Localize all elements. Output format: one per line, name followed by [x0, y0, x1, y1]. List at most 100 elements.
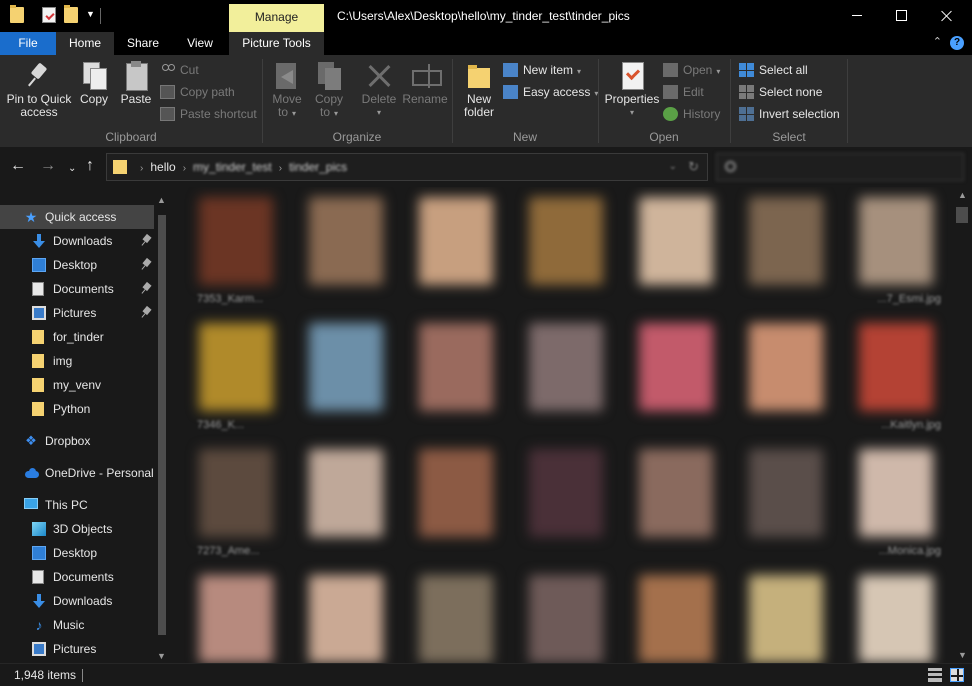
- sidebar-item-img[interactable]: img: [0, 349, 154, 373]
- scrollbar-thumb[interactable]: [158, 215, 166, 635]
- breadcrumb-item[interactable]: my_tinder_test: [193, 160, 272, 174]
- forward-arrow-icon[interactable]: →: [40, 157, 56, 175]
- manage-tab[interactable]: Manage: [229, 4, 324, 32]
- sidebar-item-this-pc[interactable]: This PC: [0, 493, 154, 517]
- image-thumbnail[interactable]: [301, 191, 391, 291]
- copy-button[interactable]: Copy: [76, 60, 112, 106]
- image-thumbnail[interactable]: 7346_K...: [191, 317, 281, 431]
- rename-button[interactable]: Rename: [401, 60, 449, 106]
- content-scrollbar[interactable]: ▲ ▼: [953, 187, 972, 663]
- pin-to-quick-access-button[interactable]: Pin to Quick access: [4, 60, 74, 119]
- back-arrow-icon[interactable]: ←: [10, 157, 26, 175]
- breadcrumb-item[interactable]: hello: [150, 160, 175, 174]
- sidebar-item-python[interactable]: Python: [0, 397, 154, 421]
- refresh-icon[interactable]: ↻: [688, 159, 699, 175]
- sidebar-item-pictures[interactable]: Pictures: [0, 301, 154, 325]
- image-thumbnail[interactable]: [741, 191, 831, 291]
- open-button[interactable]: Open ▾: [663, 60, 720, 80]
- maximize-button[interactable]: [878, 0, 924, 32]
- paste-button[interactable]: Paste: [118, 60, 154, 106]
- image-thumbnail[interactable]: [631, 191, 721, 291]
- image-thumbnail[interactable]: 7353_Karm...: [191, 191, 281, 305]
- sidebar-item-dropbox[interactable]: ❖ Dropbox: [0, 429, 154, 453]
- sidebar-scrollbar[interactable]: ▲ ▼: [154, 193, 170, 663]
- recent-locations-icon[interactable]: ⌄: [68, 160, 76, 178]
- image-thumbnail[interactable]: [631, 569, 721, 663]
- image-thumbnail[interactable]: [851, 569, 941, 663]
- sidebar-item-desktop[interactable]: Desktop: [0, 253, 154, 277]
- image-thumbnail[interactable]: [521, 443, 611, 543]
- sidebar-item-documents[interactable]: Documents: [0, 277, 154, 301]
- minimize-button[interactable]: [834, 0, 880, 32]
- sidebar-item-onedrive-personal[interactable]: OneDrive - Personal: [0, 461, 154, 485]
- image-thumbnail[interactable]: [631, 443, 721, 543]
- pin-icon[interactable]: [142, 234, 150, 248]
- chevron-down-icon[interactable]: ⌄: [669, 161, 677, 172]
- scroll-up-icon[interactable]: ▲: [958, 190, 967, 200]
- properties-icon[interactable]: [42, 7, 56, 23]
- tab-home[interactable]: Home: [56, 32, 114, 55]
- image-thumbnail[interactable]: [411, 317, 501, 417]
- copy-to-button[interactable]: Copy to ▾: [311, 60, 347, 120]
- new-folder-icon[interactable]: [64, 5, 78, 23]
- scrollbar-thumb[interactable]: [956, 207, 968, 223]
- scroll-up-icon[interactable]: ▲: [157, 195, 166, 205]
- folder-icon[interactable]: [10, 5, 24, 23]
- select-all-button[interactable]: Select all: [739, 60, 808, 80]
- paste-shortcut-button[interactable]: Paste shortcut: [160, 104, 257, 124]
- edit-button[interactable]: Edit: [663, 82, 704, 102]
- delete-button[interactable]: Delete ▾: [359, 60, 399, 119]
- scroll-down-icon[interactable]: ▼: [958, 650, 967, 660]
- tab-picture-tools[interactable]: Picture Tools: [229, 32, 324, 55]
- pin-icon[interactable]: [142, 258, 150, 272]
- collapse-ribbon-icon[interactable]: ⌃: [933, 35, 942, 48]
- image-thumbnail[interactable]: [521, 191, 611, 291]
- image-thumbnail[interactable]: [191, 569, 281, 663]
- image-thumbnail[interactable]: [521, 569, 611, 663]
- image-thumbnail[interactable]: [411, 443, 501, 543]
- image-thumbnail[interactable]: [411, 569, 501, 663]
- large-icons-view-icon[interactable]: [950, 668, 964, 682]
- tab-file[interactable]: File: [0, 32, 56, 55]
- search-input[interactable]: [716, 153, 964, 181]
- image-thumbnail[interactable]: [631, 317, 721, 417]
- image-thumbnail[interactable]: [741, 317, 831, 417]
- scroll-down-icon[interactable]: ▼: [157, 651, 166, 661]
- sidebar-item-downloads[interactable]: Downloads: [0, 229, 154, 253]
- help-icon[interactable]: ?: [950, 36, 964, 50]
- customize-toolbar-icon[interactable]: ▼: [86, 9, 95, 19]
- image-thumbnail[interactable]: [741, 443, 831, 543]
- select-none-button[interactable]: Select none: [739, 82, 822, 102]
- sidebar-item-documents[interactable]: Documents: [0, 565, 154, 589]
- sidebar-item-desktop[interactable]: Desktop: [0, 541, 154, 565]
- close-button[interactable]: [924, 0, 970, 32]
- tab-view[interactable]: View: [172, 32, 228, 55]
- invert-selection-button[interactable]: Invert selection: [739, 104, 840, 124]
- cut-button[interactable]: Cut: [160, 60, 199, 80]
- up-arrow-icon[interactable]: ↑: [86, 157, 94, 175]
- image-thumbnail[interactable]: ...Kaitlyn.jpg: [851, 317, 941, 431]
- sidebar-item-my-venv[interactable]: my_venv: [0, 373, 154, 397]
- image-thumbnail[interactable]: [741, 569, 831, 663]
- image-thumbnail[interactable]: ...7_Esmi.jpg: [851, 191, 941, 305]
- address-bar[interactable]: › hello › my_tinder_test › tinder_pics ⌄ ↻: [106, 153, 708, 181]
- image-thumbnail[interactable]: [411, 191, 501, 291]
- image-thumbnail[interactable]: [301, 569, 391, 663]
- sidebar-item-for-tinder[interactable]: for_tinder: [0, 325, 154, 349]
- copy-path-button[interactable]: Copy path: [160, 82, 235, 102]
- sidebar-item-pictures[interactable]: Pictures: [0, 637, 154, 661]
- move-to-button[interactable]: Move to ▾: [267, 60, 307, 120]
- image-thumbnail[interactable]: 7273_Ame...: [191, 443, 281, 557]
- sidebar-item-3d-objects[interactable]: 3D Objects: [0, 517, 154, 541]
- new-item-button[interactable]: New item ▾: [503, 60, 581, 80]
- properties-button[interactable]: Properties ▾: [603, 60, 661, 119]
- image-thumbnail[interactable]: [521, 317, 611, 417]
- sidebar-item-quick-access[interactable]: ★ Quick access: [0, 205, 154, 229]
- pin-icon[interactable]: [142, 306, 150, 320]
- sidebar-item-music[interactable]: ♪ Music: [0, 613, 154, 637]
- history-button[interactable]: History: [663, 104, 720, 124]
- breadcrumb-item[interactable]: tinder_pics: [289, 160, 347, 174]
- image-thumbnail[interactable]: [301, 317, 391, 417]
- image-thumbnail[interactable]: ...Monica.jpg: [851, 443, 941, 557]
- tab-share[interactable]: Share: [114, 32, 172, 55]
